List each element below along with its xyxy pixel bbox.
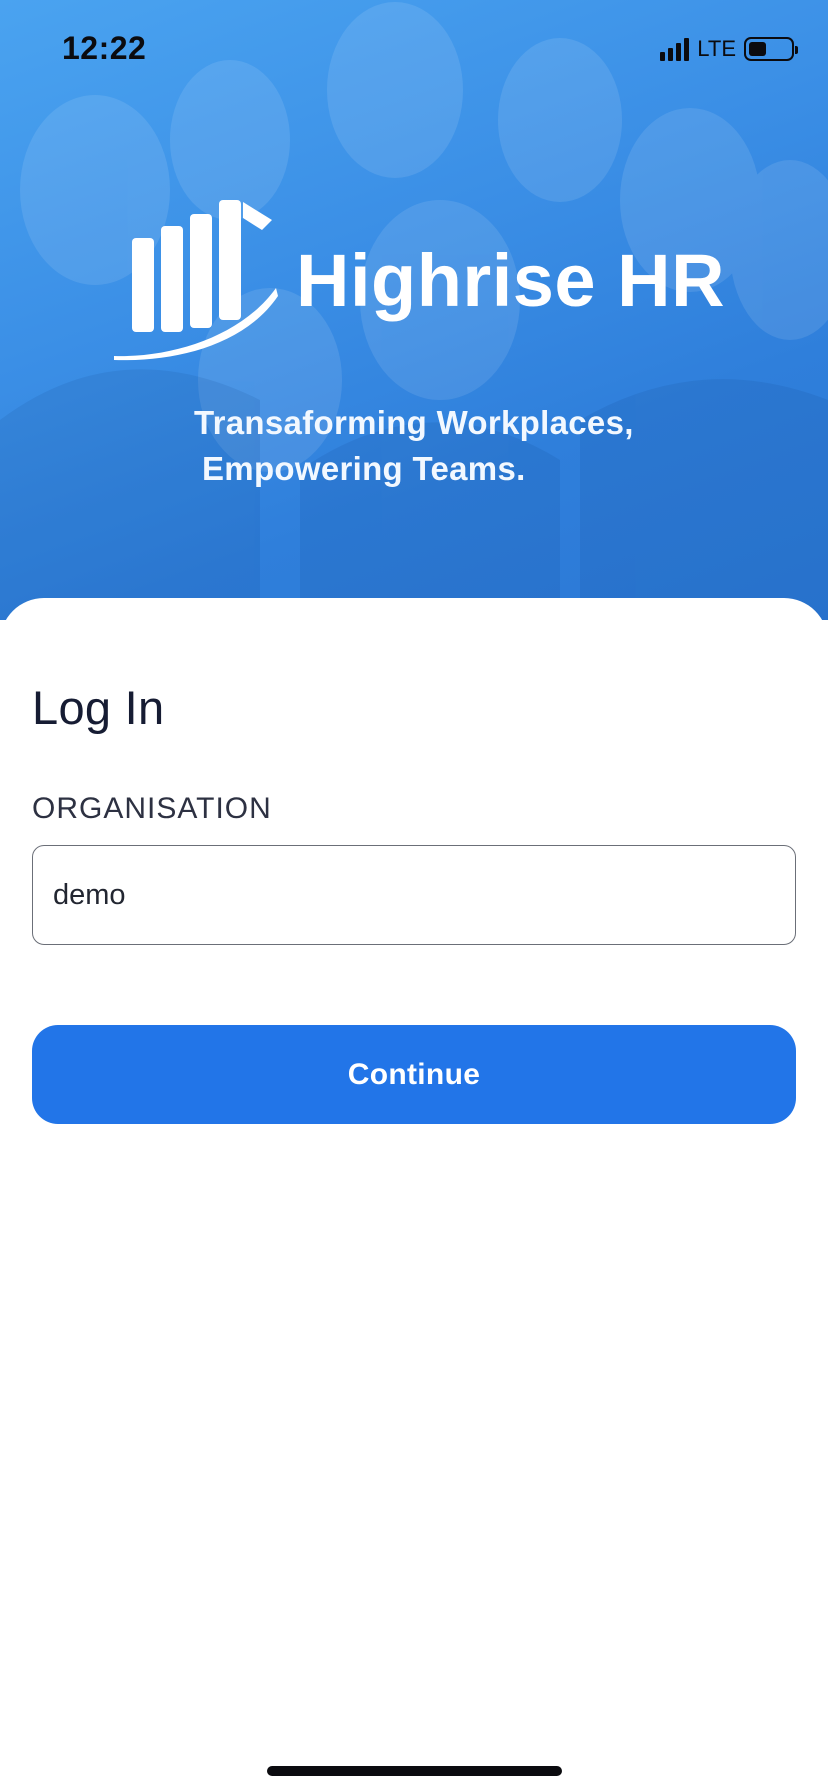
signal-icon <box>660 37 690 61</box>
continue-button[interactable]: Continue <box>32 1025 796 1124</box>
brand-tagline: Transaforming Workplaces, Empowering Tea… <box>194 400 634 492</box>
organisation-input[interactable] <box>32 845 796 945</box>
tagline-line-1: Transaforming Workplaces, <box>194 404 634 441</box>
hero-banner: 12:22 LTE Highrise HR Transaforming Work… <box>0 0 828 620</box>
bar-chart-swoosh-icon <box>114 200 278 361</box>
status-indicators: LTE <box>660 34 798 64</box>
page-title: Log In <box>32 681 165 734</box>
home-indicator[interactable] <box>267 1766 562 1776</box>
battery-icon <box>744 37 798 61</box>
status-time: 12:22 <box>62 30 147 66</box>
login-sheet: Log In ORGANISATION Continue <box>0 598 828 1792</box>
brand-name: Highrise HR <box>296 239 726 322</box>
status-bar: 12:22 LTE <box>0 0 828 100</box>
organisation-label: ORGANISATION <box>32 792 272 825</box>
network-type: LTE <box>697 36 736 61</box>
tagline-line-2: Empowering Teams. <box>202 450 526 487</box>
